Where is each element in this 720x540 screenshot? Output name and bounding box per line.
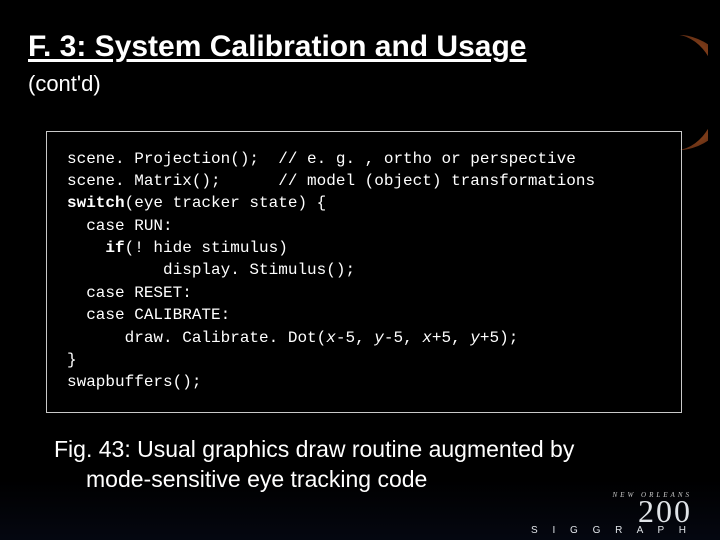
code-line: display. Stimulus(); [67, 261, 355, 279]
code-comment: // e. g. , ortho or perspective [278, 150, 576, 168]
code-line: swapbuffers(); [67, 373, 201, 391]
code-comment: // model (object) transformations [278, 172, 595, 190]
code-line: -5, [384, 329, 422, 347]
code-line: scene. Matrix(); [67, 172, 278, 190]
code-line: case [67, 217, 134, 235]
code-line: draw. Calibrate. Dot( [67, 329, 326, 347]
slide-content: F. 3: System Calibration and Usage (cont… [0, 0, 720, 540]
code-const: CALIBRATE: [134, 306, 230, 324]
siggraph-logo: NEW ORLEANS 200 S I G G R A P H [531, 491, 692, 536]
code-var: x [326, 329, 336, 347]
code-line: scene. Projection(); [67, 150, 278, 168]
code-block: scene. Projection(); // e. g. , ortho or… [46, 131, 682, 413]
code-var: x [422, 329, 432, 347]
caption-line: Fig. 43: Usual graphics draw routine aug… [54, 435, 672, 465]
code-line: +5, [432, 329, 470, 347]
caption-line: mode-sensitive eye tracking code [54, 465, 672, 495]
code-line: case [67, 284, 134, 302]
code-const: RESET: [134, 284, 192, 302]
figure-caption: Fig. 43: Usual graphics draw routine aug… [54, 435, 672, 495]
logo-name: S I G G R A P H [531, 526, 692, 536]
code-line: case [67, 306, 134, 324]
slide-subtitle: (cont'd) [28, 71, 692, 97]
slide-title: F. 3: System Calibration and Usage [28, 30, 692, 65]
code-keyword: switch [67, 194, 125, 212]
code-keyword: if [67, 239, 125, 257]
code-line: (eye tracker state) { [125, 194, 327, 212]
logo-year: 200 [531, 497, 692, 526]
code-line: -5, [336, 329, 374, 347]
code-var: y [374, 329, 384, 347]
code-line: } [67, 351, 77, 369]
code-line: +5); [480, 329, 518, 347]
code-const: RUN: [134, 217, 172, 235]
code-var: y [470, 329, 480, 347]
code-line: (! hide stimulus) [125, 239, 288, 257]
